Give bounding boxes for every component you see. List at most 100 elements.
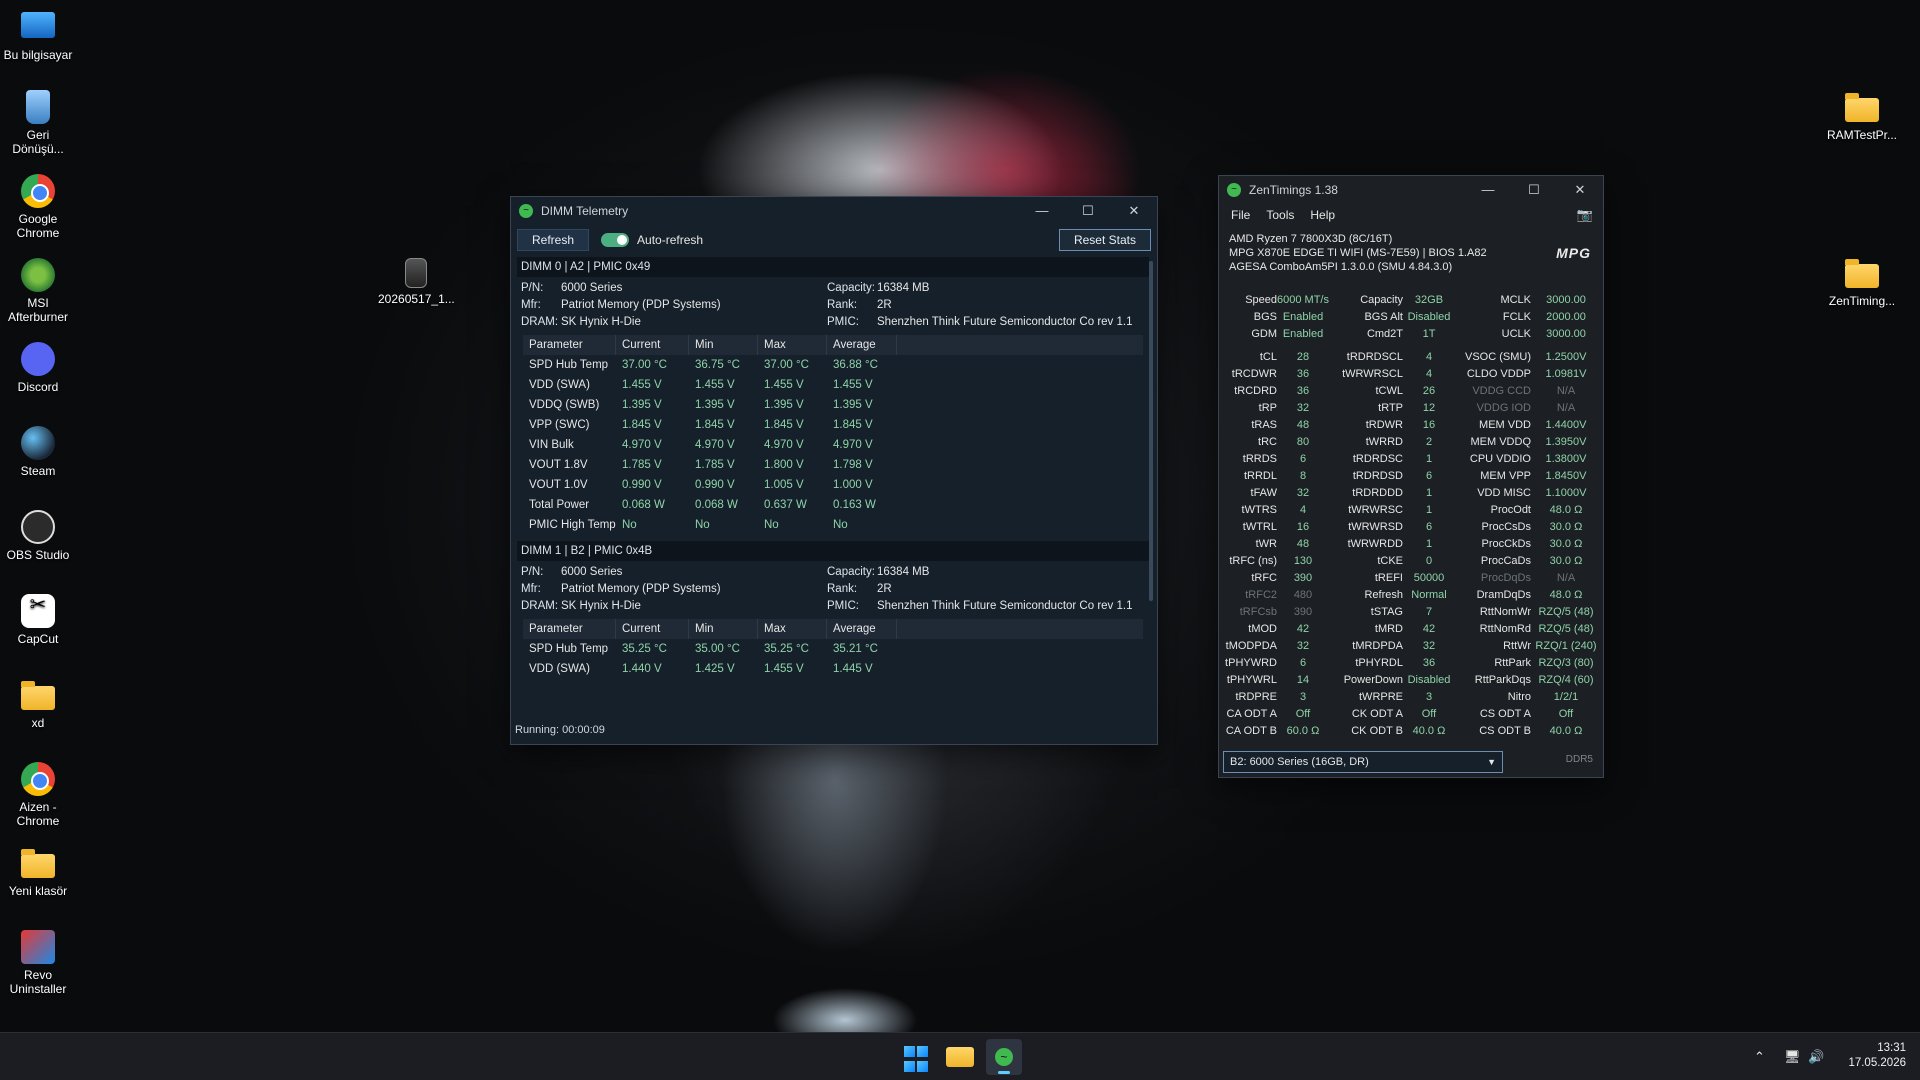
clock[interactable]: 13:31 17.05.2026 — [1848, 1041, 1906, 1071]
parameter-name: VDD (SWA) — [529, 663, 590, 675]
column-header[interactable]: Current — [616, 619, 689, 639]
column-header[interactable]: Parameter — [523, 619, 616, 639]
info-pn: P/N: 6000 Series — [521, 564, 622, 581]
timing-label: tRCDRD — [1234, 385, 1277, 397]
zen-titlebar[interactable]: ~ ZenTimings 1.38 — ☐ ✕ — [1219, 176, 1603, 204]
timing-label: VDDG CCD — [1472, 385, 1531, 397]
column-header[interactable]: Max — [758, 619, 827, 639]
reset-stats-button[interactable]: Reset Stats — [1058, 229, 1151, 251]
desktop-icon[interactable]: Revo Uninstaller — [0, 930, 76, 996]
desktop-icon[interactable]: Google Chrome — [0, 174, 76, 240]
timing-value: 16 — [1296, 521, 1310, 533]
cell-value: 1.800 V — [764, 459, 804, 471]
desktop-icon[interactable]: Geri Dönüşü... — [0, 90, 76, 156]
timing-value: 6000 MT/s — [1277, 294, 1329, 306]
msi-afterburner-icon — [21, 258, 55, 292]
desktop-icon[interactable]: ZenTiming... — [1824, 256, 1900, 308]
cell-value: 36.88 °C — [833, 359, 878, 371]
desktop-file-icon[interactable]: 20260517_1... — [378, 258, 455, 306]
info-mfr: Mfr: Patriot Memory (PDP Systems) — [521, 581, 721, 598]
table-header: Parameter Current Min Max Average — [523, 619, 1143, 639]
maximize-button[interactable]: ☐ — [1065, 197, 1111, 225]
timing-label: MEM VPP — [1480, 470, 1531, 482]
timing-label: MEM VDD — [1479, 419, 1531, 431]
info-rank-value: 2R — [877, 299, 892, 311]
dimm-telemetry-taskbar-icon[interactable]: ~ — [986, 1039, 1022, 1075]
timing-label: tMODPDA — [1225, 640, 1277, 652]
column-header[interactable]: Parameter — [523, 335, 616, 355]
timing-row: tPHYWRD 6 tPHYRDL 36 RttPark RZQ/3 (80) — [1219, 655, 1605, 672]
dimm-scroll-area[interactable]: DIMM 0 | A2 | PMIC 0x49 P/N: 6000 Series Mf… — [517, 257, 1149, 713]
timing-label: ProcCsDs — [1481, 521, 1531, 533]
cell-value: 4.970 V — [622, 439, 662, 451]
timing-label: tWRPRE — [1359, 691, 1403, 703]
timing-label: tRFC — [1251, 572, 1277, 584]
column-header[interactable]: Current — [616, 335, 689, 355]
desktop-icon[interactable]: CapCut — [0, 594, 76, 646]
refresh-button[interactable]: Refresh — [517, 229, 590, 251]
timing-value: Off — [1295, 708, 1311, 720]
timing-value: RZQ/5 (48) — [1538, 606, 1594, 618]
timing-value: 32 — [1422, 640, 1436, 652]
timing-value: 6 — [1425, 470, 1433, 482]
timing-label: BGS Alt — [1364, 311, 1403, 323]
timing-value: 32 — [1296, 402, 1310, 414]
desktop-icon[interactable]: xd — [0, 678, 76, 730]
desktop-icon[interactable]: Yeni klasör — [0, 846, 76, 898]
module-select-value: B2: 6000 Series (16GB, DR) — [1230, 756, 1369, 768]
info-mfr-value: Patriot Memory (PDP Systems) — [561, 583, 721, 595]
timing-value: RZQ/3 (80) — [1538, 657, 1594, 669]
info-mfr-value: Patriot Memory (PDP Systems) — [561, 299, 721, 311]
timing-value: 16 — [1422, 419, 1436, 431]
timing-label: tRAS — [1251, 419, 1277, 431]
column-header[interactable]: Min — [689, 335, 758, 355]
desktop-icon-label: Steam — [20, 464, 56, 478]
timing-label: tRDRDSC — [1352, 453, 1403, 465]
camera-icon[interactable]: 📷 — [1577, 207, 1593, 223]
dimm-toolbar: Refresh Auto-refresh Reset Stats — [511, 225, 1157, 255]
desktop-icon[interactable]: RAMTestPr... — [1824, 90, 1900, 142]
module-select[interactable]: B2: 6000 Series (16GB, DR) ▼ — [1223, 751, 1503, 773]
minimize-button[interactable]: — — [1465, 176, 1511, 204]
minimize-button[interactable]: — — [1019, 197, 1065, 225]
desktop-icon[interactable]: OBS Studio — [0, 510, 76, 562]
desktop-icon[interactable]: Discord — [0, 342, 76, 394]
column-header[interactable]: Max — [758, 335, 827, 355]
column-header[interactable]: Average — [827, 335, 897, 355]
volume-icon[interactable]: 🔊 — [1808, 1033, 1824, 1080]
timing-value: 30.0 Ω — [1549, 521, 1583, 533]
close-button[interactable]: ✕ — [1557, 176, 1603, 204]
menu-help[interactable]: Help — [1310, 208, 1335, 222]
timing-label: tCL — [1259, 351, 1277, 363]
maximize-button[interactable]: ☐ — [1511, 176, 1557, 204]
desktop-icon[interactable]: MSI Afterburner — [0, 258, 76, 324]
parameter-name: VOUT 1.0V — [529, 479, 588, 491]
chevron-up-icon[interactable]: ⌃ — [1754, 1033, 1765, 1080]
column-header[interactable]: Min — [689, 619, 758, 639]
auto-refresh-toggle[interactable] — [601, 233, 630, 247]
dimm-window-title: DIMM Telemetry — [541, 204, 629, 218]
timing-label: tRFC2 — [1245, 589, 1277, 601]
timing-value: 36 — [1296, 368, 1310, 380]
close-button[interactable]: ✕ — [1111, 197, 1157, 225]
dimm-scrollbar[interactable] — [1149, 261, 1153, 601]
info-pn-key: P/N: — [521, 566, 544, 578]
desktop-icon[interactable]: Bu bilgisayar — [0, 6, 76, 62]
menu-file[interactable]: File — [1231, 208, 1250, 222]
dimm-titlebar[interactable]: ~ DIMM Telemetry — ☐ ✕ — [511, 197, 1157, 225]
column-header[interactable]: Average — [827, 619, 897, 639]
timing-label: tWRWRSCL — [1342, 368, 1403, 380]
timing-value: 1 — [1425, 538, 1433, 550]
desktop-icon[interactable]: Steam — [0, 426, 76, 478]
timing-label: Cmd2T — [1366, 328, 1403, 340]
start-windows-icon[interactable] — [904, 1046, 932, 1074]
network-icon[interactable]: 🖥 — [1784, 1033, 1801, 1080]
menu-tools[interactable]: Tools — [1266, 208, 1294, 222]
cell-value: 1.455 V — [764, 379, 804, 391]
file-explorer-icon[interactable] — [946, 1047, 974, 1067]
info-dram-key: DRAM: — [521, 600, 559, 612]
timing-value: 1.2500V — [1545, 351, 1587, 363]
desktop-icon[interactable]: Aizen - Chrome — [0, 762, 76, 828]
timing-label: tSTAG — [1370, 606, 1403, 618]
timing-label: tWRWRDD — [1347, 538, 1403, 550]
